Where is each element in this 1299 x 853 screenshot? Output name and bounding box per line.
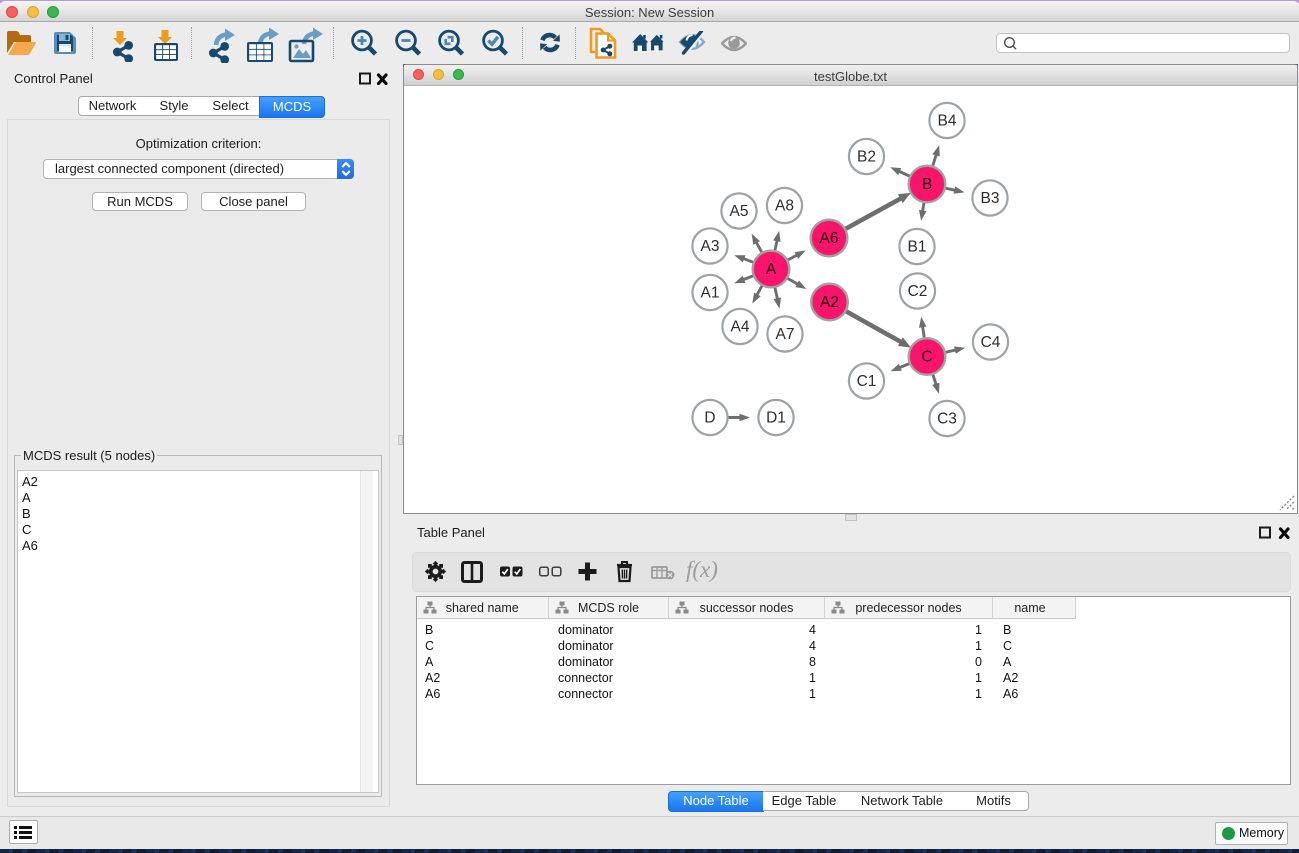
svg-text:A1: A1 (701, 285, 720, 302)
svg-text:D: D (704, 410, 715, 427)
svg-text:C1: C1 (857, 373, 877, 390)
svg-text:B: B (922, 176, 932, 193)
svg-text:C: C (921, 349, 932, 366)
svg-text:A5: A5 (730, 203, 749, 220)
svg-text:A: A (766, 261, 777, 278)
svg-text:A7: A7 (776, 326, 795, 343)
svg-text:B2: B2 (857, 149, 876, 166)
svg-text:A4: A4 (731, 319, 750, 336)
svg-text:A6: A6 (820, 230, 839, 247)
svg-text:C4: C4 (981, 334, 1001, 351)
svg-text:D1: D1 (766, 410, 786, 427)
svg-text:A2: A2 (820, 294, 839, 311)
svg-text:B4: B4 (938, 113, 957, 130)
svg-text:A8: A8 (775, 198, 794, 215)
svg-text:B1: B1 (908, 239, 927, 256)
svg-text:C2: C2 (908, 283, 928, 300)
svg-text:B3: B3 (981, 190, 1000, 207)
svg-text:C3: C3 (937, 411, 957, 428)
svg-text:A3: A3 (701, 238, 720, 255)
